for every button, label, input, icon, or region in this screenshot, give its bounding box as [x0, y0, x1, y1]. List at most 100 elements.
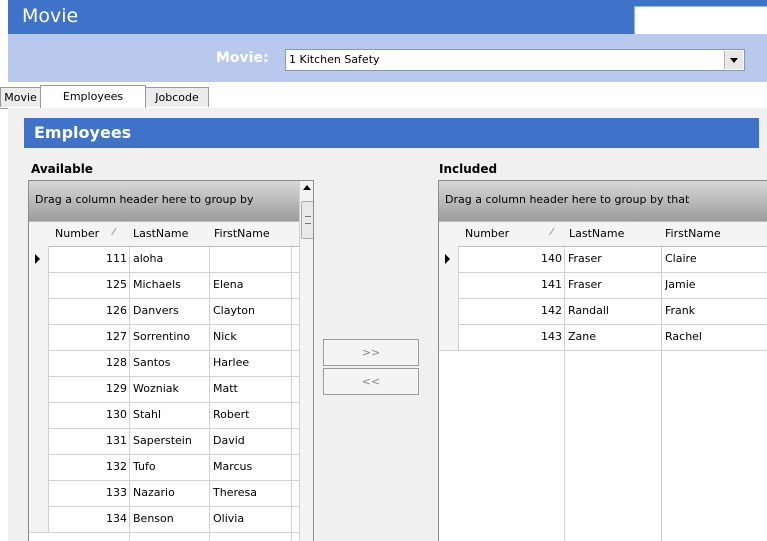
cell-number[interactable]: 129	[49, 376, 127, 402]
tab-movie[interactable]: Movie	[0, 87, 41, 107]
row-selector[interactable]	[29, 298, 49, 324]
tab-employees[interactable]: Employees	[40, 85, 146, 108]
table-row[interactable]: 126 Danvers Clayton	[29, 298, 313, 325]
table-row[interactable]: 132 Tufo Marcus	[29, 454, 313, 481]
row-selector[interactable]	[29, 324, 49, 350]
cell-lastname[interactable]: Fraser	[568, 272, 602, 298]
table-row[interactable]: 134 Benson Olivia	[29, 506, 313, 533]
cell-number[interactable]: 142	[459, 298, 562, 324]
column-header-row: Number ⁄ LastName FirstName	[439, 221, 767, 247]
table-row[interactable]: 125 Michaels Elena	[29, 272, 313, 299]
cell-lastname[interactable]: Fraser	[568, 246, 602, 272]
cell-number[interactable]: 126	[49, 298, 127, 324]
cell-firstname[interactable]: Frank	[665, 298, 695, 324]
scroll-thumb[interactable]	[301, 201, 313, 239]
cell-lastname[interactable]: Michaels	[133, 272, 181, 298]
cell-firstname[interactable]: Marcus	[213, 454, 252, 480]
included-grid[interactable]: Drag a column header here to group by th…	[438, 180, 767, 541]
cell-firstname[interactable]: Olivia	[213, 506, 244, 532]
cell-lastname[interactable]: aloha	[133, 246, 163, 272]
cell-lastname[interactable]: Santos	[133, 350, 170, 376]
cell-firstname[interactable]: Rachel	[665, 324, 702, 350]
table-row[interactable]: 141 Fraser Jamie	[439, 272, 767, 299]
tab-jobcode[interactable]: Jobcode	[145, 87, 209, 107]
table-row[interactable]: 143 Zane Rachel	[439, 324, 767, 351]
row-selector[interactable]	[29, 272, 49, 298]
column-header-lastname[interactable]: LastName	[569, 227, 624, 240]
table-row[interactable]: 142 Randall Frank	[439, 298, 767, 325]
cell-number[interactable]: 127	[49, 324, 127, 350]
row-selector[interactable]	[29, 506, 49, 532]
cell-firstname[interactable]: Matt	[213, 376, 238, 402]
cell-lastname[interactable]: Benson	[133, 506, 174, 532]
row-selector[interactable]	[29, 454, 49, 480]
table-row[interactable]: 130 Stahl Robert	[29, 402, 313, 429]
title-bar: Movie	[8, 0, 767, 36]
table-row[interactable]: 111 aloha	[29, 246, 313, 273]
column-header-number[interactable]: Number	[55, 227, 99, 240]
cell-lastname[interactable]: Sorrentino	[133, 324, 190, 350]
group-by-hint: Drag a column header here to group by	[35, 193, 254, 206]
group-by-bar[interactable]: Drag a column header here to group by	[29, 181, 313, 221]
row-selector[interactable]	[439, 324, 459, 350]
cell-number[interactable]: 125	[49, 272, 127, 298]
row-selector[interactable]	[29, 480, 49, 506]
cell-number[interactable]: 133	[49, 480, 127, 506]
cell-lastname[interactable]: Tufo	[133, 454, 156, 480]
cell-firstname[interactable]: Claire	[665, 246, 697, 272]
cell-lastname[interactable]: Zane	[568, 324, 596, 350]
column-header-firstname[interactable]: FirstName	[665, 227, 721, 240]
row-selector[interactable]	[29, 376, 49, 402]
group-by-bar[interactable]: Drag a column header here to group by th…	[439, 181, 767, 221]
table-row[interactable]: 127 Sorrentino Nick	[29, 324, 313, 351]
dropdown-arrow-icon[interactable]	[724, 51, 743, 69]
row-selector[interactable]	[29, 428, 49, 454]
cell-number[interactable]: 128	[49, 350, 127, 376]
cell-firstname[interactable]: Jamie	[665, 272, 696, 298]
row-selector[interactable]	[29, 350, 49, 376]
cell-number[interactable]: 111	[49, 246, 127, 272]
cell-number[interactable]: 131	[49, 428, 127, 454]
cell-number[interactable]: 130	[49, 402, 127, 428]
cell-number[interactable]: 132	[49, 454, 127, 480]
cell-firstname[interactable]: Nick	[213, 324, 237, 350]
row-selector[interactable]	[439, 298, 459, 324]
cell-firstname[interactable]: Robert	[213, 402, 249, 428]
table-row[interactable]: 140 Fraser Claire	[439, 246, 767, 273]
remove-button[interactable]: <<	[323, 368, 419, 395]
row-selector[interactable]	[439, 272, 459, 298]
cell-lastname[interactable]: Randall	[568, 298, 609, 324]
row-selector[interactable]	[439, 246, 459, 272]
vertical-scrollbar[interactable]	[299, 181, 313, 541]
cell-firstname[interactable]: Theresa	[213, 480, 257, 506]
add-button[interactable]: >>	[323, 339, 419, 366]
column-header-firstname[interactable]: FirstName	[214, 227, 270, 240]
scroll-up-icon[interactable]	[303, 185, 311, 190]
cell-firstname[interactable]: Elena	[213, 272, 244, 298]
column-header-number[interactable]: Number	[465, 227, 509, 240]
cell-firstname[interactable]: Clayton	[213, 298, 255, 324]
cell-number[interactable]: 134	[49, 506, 127, 532]
included-panel: Included Drag a column header here to gr…	[436, 156, 767, 541]
cell-lastname[interactable]: Stahl	[133, 402, 161, 428]
table-row[interactable]: 133 Nazario Theresa	[29, 480, 313, 507]
table-row[interactable]: 128 Santos Harlee	[29, 350, 313, 377]
title-search-box[interactable]	[634, 6, 767, 36]
movie-select[interactable]: 1 Kitchen Safety	[285, 49, 745, 71]
cell-firstname[interactable]: David	[213, 428, 245, 454]
column-header-lastname[interactable]: LastName	[133, 227, 188, 240]
cell-lastname[interactable]: Danvers	[133, 298, 179, 324]
row-pointer-icon	[445, 254, 450, 264]
cell-lastname[interactable]: Wozniak	[133, 376, 179, 402]
row-selector[interactable]	[29, 246, 49, 272]
cell-number[interactable]: 143	[459, 324, 562, 350]
table-row[interactable]: 131 Saperstein David	[29, 428, 313, 455]
cell-firstname[interactable]: Harlee	[213, 350, 249, 376]
cell-lastname[interactable]: Saperstein	[133, 428, 192, 454]
row-selector[interactable]	[29, 402, 49, 428]
table-row[interactable]: 129 Wozniak Matt	[29, 376, 313, 403]
available-grid[interactable]: Drag a column header here to group by Nu…	[28, 180, 314, 541]
cell-number[interactable]: 140	[459, 246, 562, 272]
cell-lastname[interactable]: Nazario	[133, 480, 175, 506]
cell-number[interactable]: 141	[459, 272, 562, 298]
